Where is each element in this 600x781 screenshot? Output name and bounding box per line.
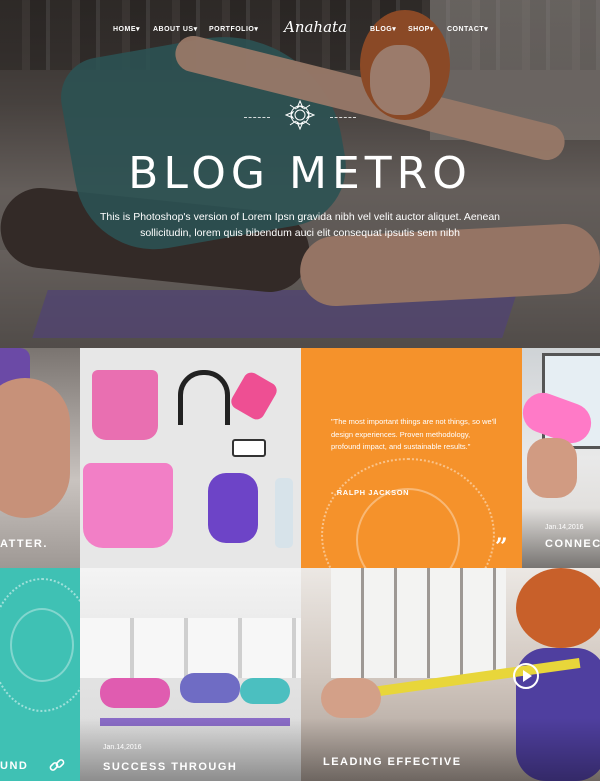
sports-bra (92, 370, 158, 440)
nav-contact[interactable]: CONTACT▾ (447, 25, 488, 33)
tile-photo-body (0, 378, 70, 518)
tile-teal-caption[interactable]: UND (0, 760, 28, 772)
tile-leading[interactable] (301, 568, 600, 781)
tile-left-pose[interactable] (0, 348, 80, 568)
nav-blog[interactable]: BLOG▾ (370, 25, 396, 33)
tile-success-caption[interactable]: SUCCESS THROUGH (103, 761, 237, 773)
tile-person-2 (180, 673, 240, 703)
tile-leading-caption[interactable]: LEADING EFFECTIVE (323, 756, 462, 768)
nav-shop[interactable]: SHOP▾ (408, 25, 434, 33)
dumbbell (228, 369, 280, 423)
hero-divider-left (244, 117, 270, 118)
nav-home[interactable]: HOME▾ (113, 25, 140, 33)
water-bottle (275, 478, 293, 548)
top-nav: HOME▾ ABOUT US▾ PORTFOLIO▾ Anahata BLOG▾… (0, 18, 600, 37)
shorts (83, 463, 173, 548)
quote-mark-icon: ” (495, 534, 508, 560)
nav-portfolio[interactable]: PORTFOLIO▾ (209, 25, 258, 33)
site-logo[interactable]: Anahata (284, 18, 347, 36)
tile-teal[interactable] (0, 568, 80, 781)
tile-person-1 (100, 678, 170, 708)
mandala-icon (285, 100, 315, 130)
teal-mandala-inner (10, 608, 74, 682)
tile-left-pose-caption[interactable]: ATTER. (0, 538, 48, 550)
tile-arm (321, 678, 381, 718)
tile-window (331, 568, 506, 678)
link-icon[interactable] (48, 756, 66, 774)
hero-banner: HOME▾ ABOUT US▾ PORTFOLIO▾ Anahata BLOG▾… (0, 0, 600, 348)
tile-success-date: Jan.14,2016 (103, 744, 142, 751)
hero-subtitle: This is Photoshop's version of Lorem Ips… (99, 211, 501, 239)
tile-flatlay-photo[interactable] (80, 348, 301, 568)
tile-connect-date: Jan.14,2016 (545, 524, 584, 531)
smartphone (232, 439, 266, 457)
nav-about-us[interactable]: ABOUT US▾ (153, 25, 198, 33)
hero-title: BLOG METRO (128, 148, 472, 199)
tile-person-legs (527, 438, 577, 498)
headphones (178, 370, 230, 425)
play-icon[interactable] (512, 662, 540, 690)
quote-text: "The most important things are not thing… (331, 417, 497, 451)
tile-connect-caption[interactable]: CONNEC (545, 538, 600, 550)
quote-author: - RALPH JACKSON (331, 488, 410, 497)
hero-divider-right (330, 117, 356, 118)
tile-gradient (301, 718, 600, 781)
tile-quote: "The most important things are not thing… (301, 348, 522, 568)
tile-windows (80, 618, 301, 678)
tile-connect[interactable] (522, 348, 600, 568)
tile-woman-hair (516, 568, 600, 648)
tile-person-3 (240, 678, 290, 704)
sneakers (208, 473, 258, 543)
